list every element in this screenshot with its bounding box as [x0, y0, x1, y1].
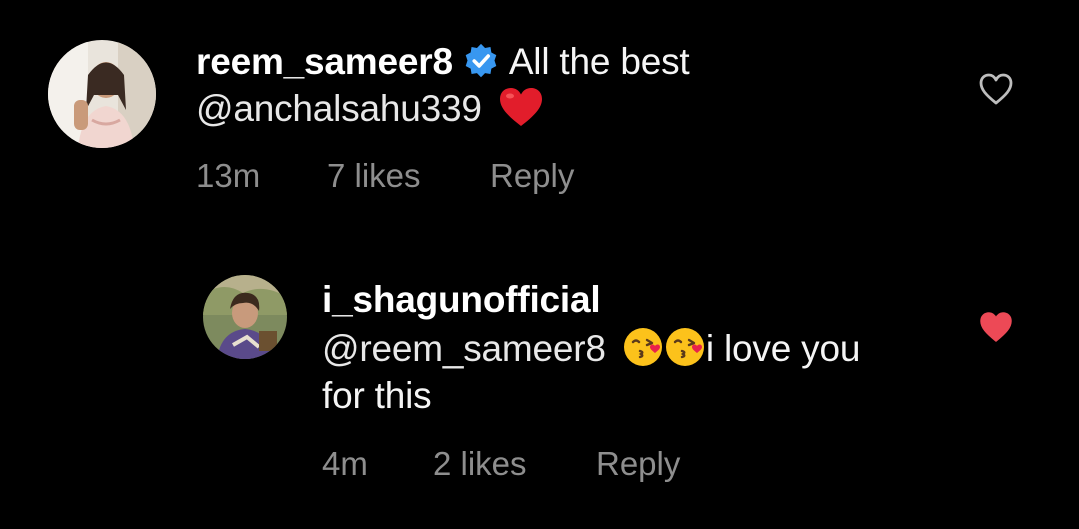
username[interactable]: i_shagunofficial	[322, 279, 601, 320]
heart-outline-icon[interactable]	[978, 72, 1014, 106]
kissing-heart-emoji	[664, 326, 706, 368]
comment-reply: i_shagunofficial @reem_sameer8 i love yo…	[0, 260, 1079, 520]
comment-text: i love you	[705, 328, 861, 369]
mention-link[interactable]: @reem_sameer8	[322, 328, 606, 369]
comment-body: i_shagunofficial @reem_sameer8 i love yo…	[322, 276, 860, 419]
heart-filled-icon[interactable]	[978, 310, 1014, 344]
likes-count[interactable]: 2 likes	[433, 445, 527, 483]
avatar[interactable]	[48, 40, 156, 148]
comment-body: reem_sameer8 All the best @anchalsahu339	[196, 38, 690, 132]
comment: reem_sameer8 All the best @anchalsahu339 …	[0, 0, 1079, 230]
timestamp: 4m	[322, 445, 368, 482]
verified-badge-icon	[463, 43, 499, 79]
timestamp: 13m	[196, 157, 261, 194]
reply-button[interactable]: Reply	[596, 445, 680, 483]
red-heart-emoji	[498, 86, 544, 128]
avatar[interactable]	[203, 275, 287, 359]
reply-button[interactable]: Reply	[490, 157, 574, 195]
comment-text-continued: for this	[322, 375, 432, 416]
likes-count[interactable]: 7 likes	[327, 157, 421, 195]
username[interactable]: reem_sameer8	[196, 41, 453, 82]
comment-text: All the best	[508, 41, 690, 82]
kissing-heart-emoji	[622, 326, 664, 368]
mention-link[interactable]: @anchalsahu339	[196, 88, 482, 129]
